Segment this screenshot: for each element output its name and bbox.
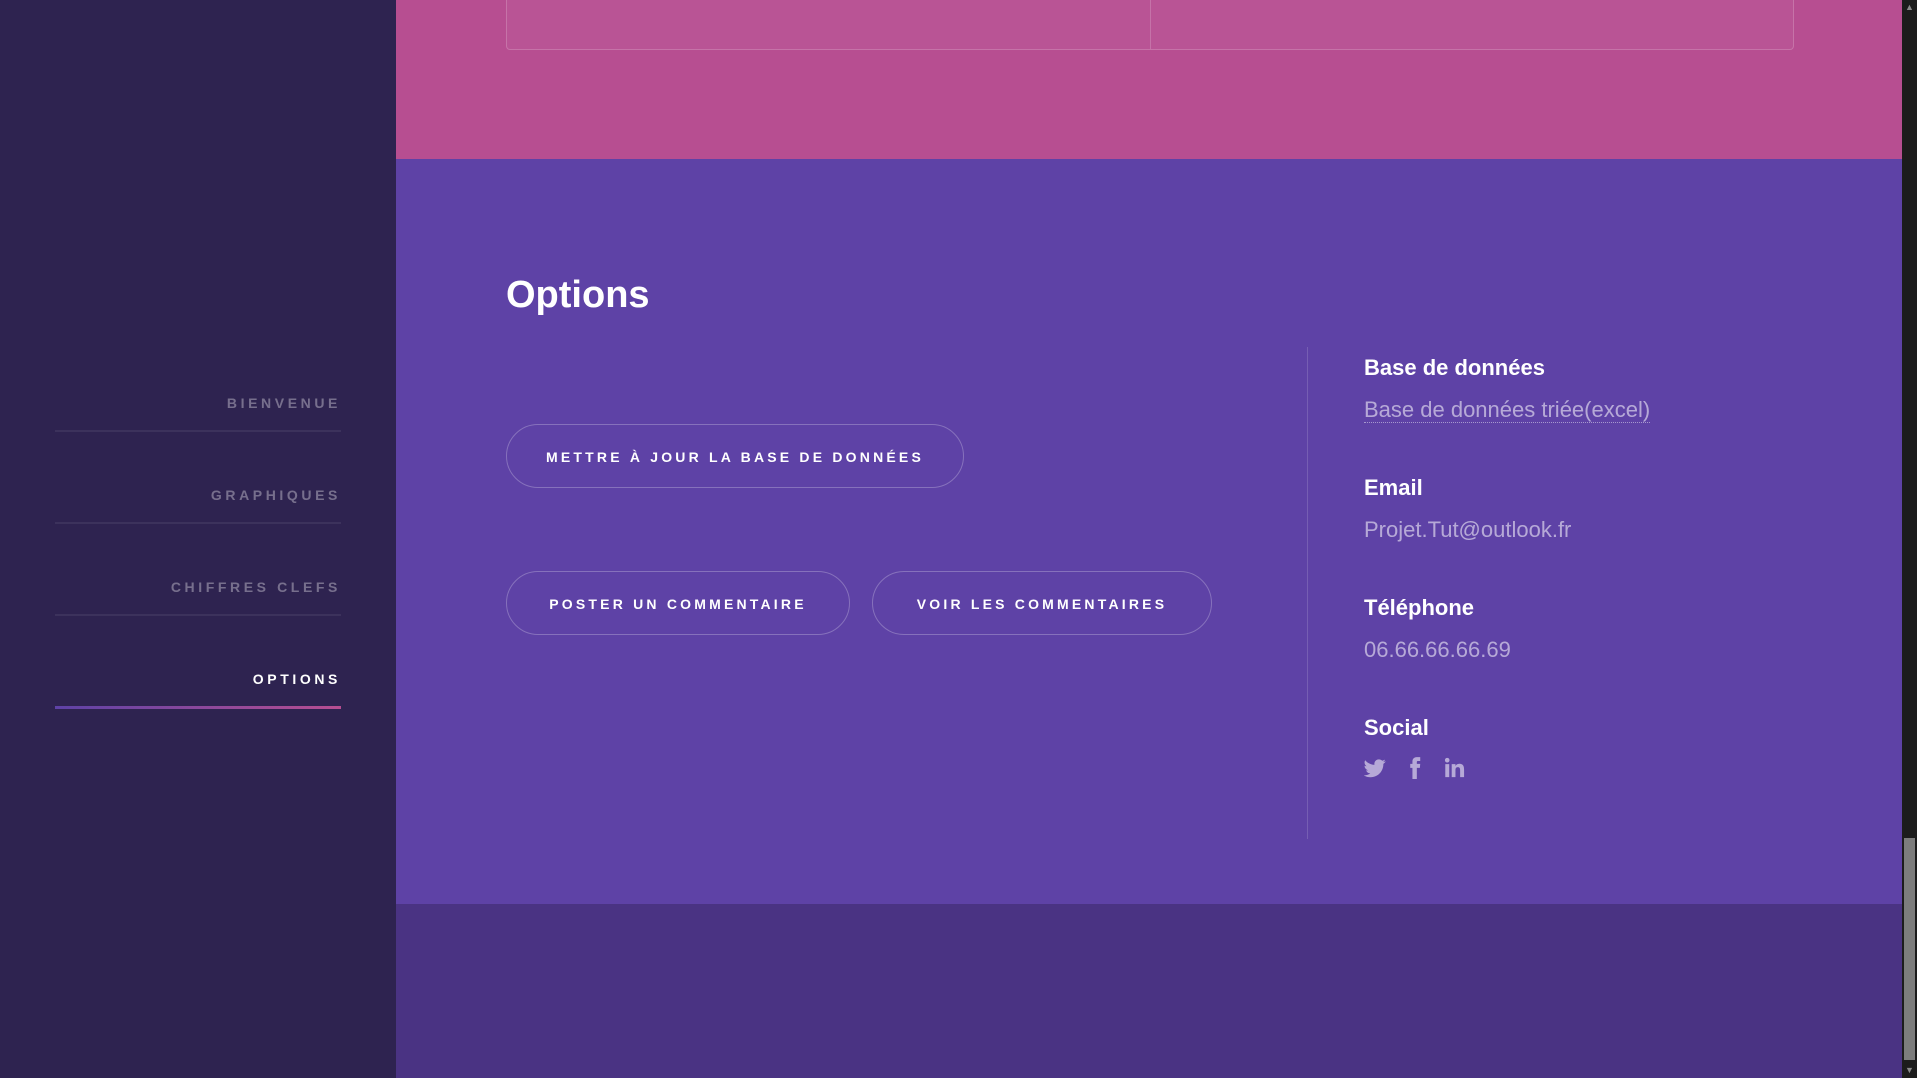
database-info: Base de données Base de données triée(ex… xyxy=(1364,349,1804,433)
sidebar-item-bienvenue[interactable]: BIENVENUE xyxy=(55,384,341,476)
sidebar-item-underline xyxy=(55,522,341,524)
facebook-icon[interactable] xyxy=(1404,757,1426,779)
contact-info: Base de données Base de données triée(ex… xyxy=(1364,349,1804,783)
sidebar-item-label: CHIFFRES CLEFS xyxy=(170,579,341,595)
post-comment-button[interactable]: POSTER UN COMMENTAIRE xyxy=(506,571,850,635)
linkedin-icon[interactable] xyxy=(1444,757,1466,779)
sidebar-item-chiffres-clefs[interactable]: CHIFFRES CLEFS xyxy=(55,568,341,660)
twitter-icon[interactable] xyxy=(1364,757,1386,779)
social-heading: Social xyxy=(1364,715,1429,740)
scroll-down-arrow-icon[interactable]: ▼ xyxy=(1902,1063,1917,1078)
scroll-up-arrow-icon[interactable]: ▲ xyxy=(1902,0,1917,15)
sidebar-item-label: OPTIONS xyxy=(252,671,341,687)
email-value: Projet.Tut@outlook.fr xyxy=(1364,517,1572,542)
sidebar: BIENVENUE GRAPHIQUES CHIFFRES CLEFS OPTI… xyxy=(0,0,396,1078)
sidebar-item-label: GRAPHIQUES xyxy=(210,487,341,503)
database-link[interactable]: Base de données triée(excel) xyxy=(1364,397,1651,423)
scrollbar-thumb[interactable] xyxy=(1904,838,1915,1060)
phone-heading: Téléphone xyxy=(1364,595,1475,620)
sidebar-item-underline xyxy=(55,430,341,432)
panel-divider xyxy=(1150,0,1151,49)
footer xyxy=(396,904,1902,1078)
email-info: Email Projet.Tut@outlook.fr xyxy=(1364,469,1804,553)
previous-section-panel xyxy=(506,0,1794,50)
view-comments-button[interactable]: VOIR LES COMMENTAIRES xyxy=(872,571,1212,635)
previous-section xyxy=(396,0,1902,159)
vertical-divider xyxy=(1307,347,1308,839)
sidebar-item-label: BIENVENUE xyxy=(226,395,341,411)
phone-info: Téléphone 06.66.66.66.69 xyxy=(1364,589,1804,673)
sidebar-item-graphiques[interactable]: GRAPHIQUES xyxy=(55,476,341,568)
sidebar-item-options[interactable]: OPTIONS xyxy=(55,660,341,752)
sidebar-item-underline-active xyxy=(55,706,341,709)
options-section: Options METTRE À JOUR LA BASE DE DONNÉES… xyxy=(396,159,1902,904)
social-links xyxy=(1364,753,1804,783)
sidebar-item-underline xyxy=(55,614,341,616)
email-heading: Email xyxy=(1364,475,1423,500)
phone-value: 06.66.66.66.69 xyxy=(1364,637,1511,662)
database-value: Base de données triée(excel) xyxy=(1364,387,1804,433)
database-heading: Base de données xyxy=(1364,355,1545,380)
main-content: Options METTRE À JOUR LA BASE DE DONNÉES… xyxy=(396,0,1902,1078)
sidebar-nav: BIENVENUE GRAPHIQUES CHIFFRES CLEFS OPTI… xyxy=(55,384,341,752)
page-title: Options xyxy=(506,274,650,316)
update-database-button[interactable]: METTRE À JOUR LA BASE DE DONNÉES xyxy=(506,424,964,488)
vertical-scrollbar[interactable]: ▲ ▼ xyxy=(1902,0,1917,1078)
social-info: Social xyxy=(1364,709,1804,783)
